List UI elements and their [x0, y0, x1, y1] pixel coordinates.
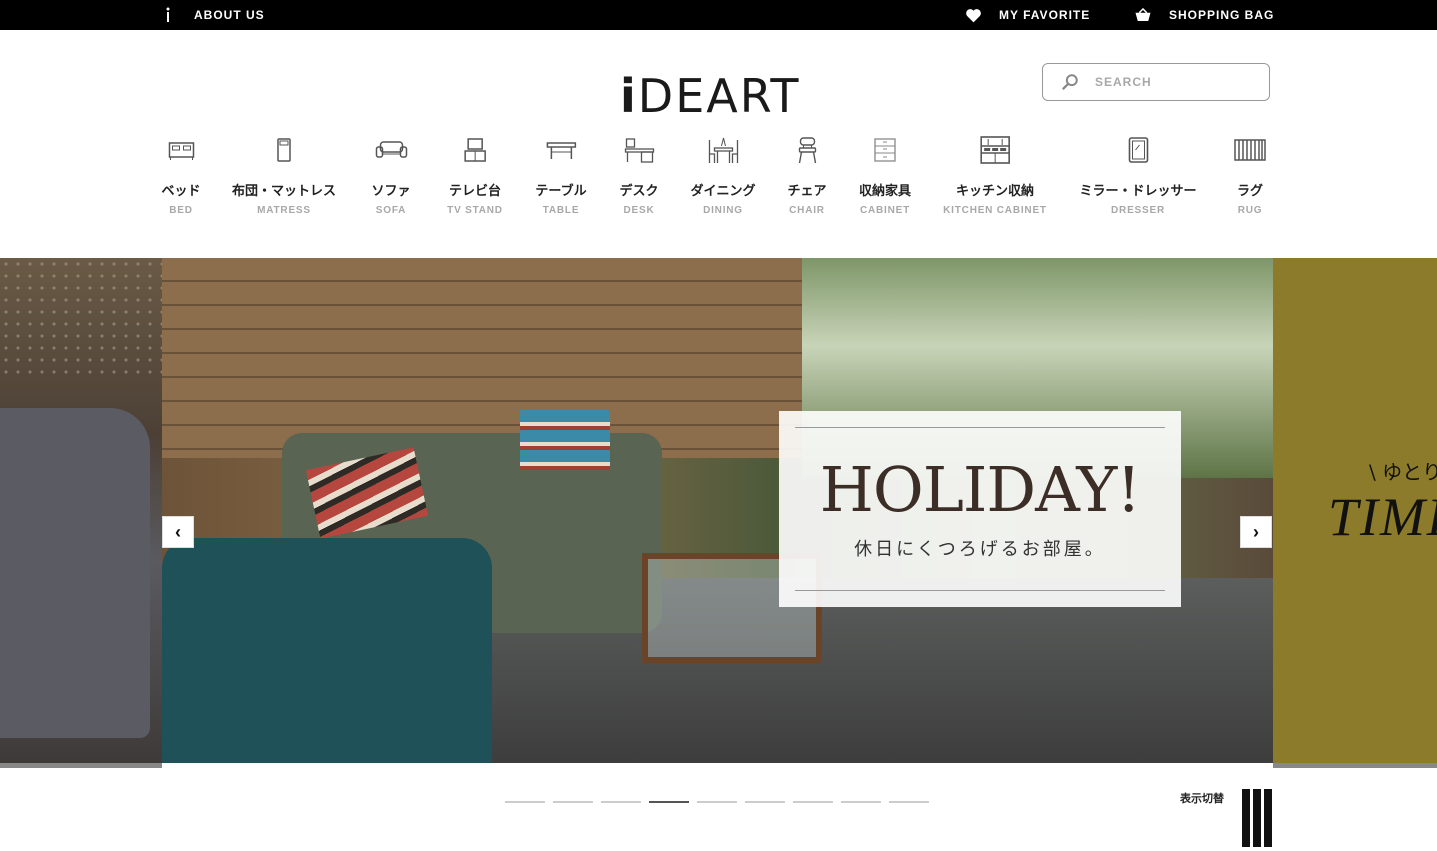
pegboard-pattern [0, 258, 162, 378]
prev-slide-button[interactable]: ‹ [162, 516, 194, 548]
pagination-dot[interactable] [697, 801, 737, 803]
wood-wall [162, 258, 802, 458]
heart-icon [963, 8, 983, 23]
pagination-dot[interactable] [601, 801, 641, 803]
slide-subtitle: 休日にくつろげるお部屋。 [854, 539, 1106, 560]
category-tv-stand[interactable]: テレビ台 TV STAND [447, 135, 503, 216]
next-slide-caption-en: TIME [1328, 487, 1437, 547]
slide-shadow [1273, 763, 1437, 768]
category-label-jp: ソファ [371, 184, 411, 199]
table-icon [535, 135, 586, 165]
logo-text: DEART [637, 69, 801, 123]
view-toggle-label: 表示切替 [1180, 792, 1224, 805]
next-slide-button[interactable]: › [1240, 516, 1272, 548]
hero-slider[interactable]: HOLIDAY! 休日にくつろげるお部屋。 \ ゆとり TIME ‹ › [0, 258, 1437, 768]
slide-caption[interactable]: HOLIDAY! 休日にくつろげるお部屋。 [779, 411, 1181, 607]
slider-pagination [505, 801, 937, 803]
bed-icon [161, 135, 200, 165]
next-slide-caption-jp: \ ゆとり [1369, 460, 1437, 484]
category-table[interactable]: テーブル TABLE [535, 135, 587, 216]
slide-shadow [0, 763, 162, 768]
category-bed[interactable]: ベッド BED [161, 135, 201, 216]
my-favorite-link[interactable]: MY FAVORITE [963, 0, 1090, 30]
chevron-left-icon: ‹ [175, 521, 181, 542]
logo-i: i [620, 69, 638, 123]
about-us-label: ABOUT US [194, 8, 265, 22]
category-label-en: RUG [1237, 205, 1263, 216]
about-us-link[interactable]: ABOUT US [158, 0, 265, 30]
category-label-jp: ダイニング [690, 184, 756, 199]
category-label-en: CABINET [859, 205, 911, 216]
cushion-shape [520, 410, 610, 470]
rug-icon [1234, 135, 1266, 165]
category-label-jp: ラグ [1236, 184, 1263, 199]
category-label-jp: チェア [787, 184, 827, 199]
site-logo[interactable]: iDEART [620, 72, 820, 120]
my-favorite-label: MY FAVORITE [999, 8, 1091, 22]
sofa-icon [371, 135, 410, 165]
sofa-shape [0, 408, 150, 738]
pagination-dot[interactable] [889, 801, 929, 803]
view-toggle-icon[interactable] [1242, 789, 1272, 847]
category-label-en: DESK [623, 205, 655, 216]
pagination-dot[interactable] [553, 801, 593, 803]
previous-slide-image[interactable] [0, 258, 162, 763]
category-label-jp: テレビ台 [448, 184, 502, 199]
category-label-en: CHAIR [789, 205, 825, 216]
category-label-en: BED [169, 205, 193, 216]
category-mattress[interactable]: 布団・マットレス MATRESS [232, 135, 336, 216]
dining-icon [690, 135, 755, 165]
tv-stand-icon [447, 135, 503, 165]
category-label-jp: テーブル [535, 184, 587, 199]
category-label-en: TABLE [542, 205, 580, 216]
chevron-right-icon: › [1253, 521, 1259, 542]
category-label-en: KITCHEN CABINET [943, 205, 1047, 216]
pagination-dot[interactable] [841, 801, 881, 803]
category-label-jp: 収納家具 [858, 184, 912, 199]
armchair-shape [162, 538, 492, 763]
info-icon [158, 7, 178, 23]
category-rug[interactable]: ラグ RUG [1234, 135, 1266, 216]
current-slide-image[interactable]: HOLIDAY! 休日にくつろげるお部屋。 [162, 258, 1273, 763]
category-dresser[interactable]: ミラー・ドレッサー DRESSER [1079, 135, 1197, 216]
category-label-en: SOFA [375, 205, 407, 216]
top-bar: ABOUT US MY FAVORITE SHOPPING BAG [0, 0, 1437, 30]
category-label-en: TV STAND [447, 205, 503, 216]
category-desk[interactable]: デスク DESK [619, 135, 659, 216]
category-cabinet[interactable]: 収納家具 CABINET [859, 135, 911, 216]
pagination-dot[interactable] [793, 801, 833, 803]
search-box[interactable] [1042, 63, 1270, 101]
category-label-jp: デスク [619, 184, 659, 199]
dresser-icon [1079, 135, 1196, 165]
pagination-dot[interactable] [649, 801, 689, 803]
category-label-jp: ベッド [161, 184, 201, 199]
category-dining[interactable]: ダイニング DINING [690, 135, 756, 216]
shopping-bag-label: SHOPPING BAG [1169, 8, 1275, 22]
category-kitchen-cabinet[interactable]: キッチン収納 KITCHEN CABINET [943, 135, 1047, 216]
category-label-jp: ミラー・ドレッサー [1079, 184, 1197, 199]
shopping-bag-link[interactable]: SHOPPING BAG [1133, 0, 1274, 30]
category-label-jp: 布団・マットレス [231, 184, 337, 199]
pagination-dot[interactable] [745, 801, 785, 803]
category-label-en: MATRESS [257, 205, 311, 216]
category-label-en: DRESSER [1111, 205, 1165, 216]
pagination-dot[interactable] [505, 801, 545, 803]
category-label-en: DINING [703, 205, 743, 216]
next-slide-image[interactable]: \ ゆとり TIME [1273, 258, 1437, 763]
category-label-jp: キッチン収納 [955, 184, 1035, 199]
basket-icon [1133, 8, 1153, 22]
category-chair[interactable]: チェア CHAIR [787, 135, 827, 216]
chair-icon [787, 135, 826, 165]
slide-title: HOLIDAY! [819, 453, 1141, 526]
mattress-icon [232, 135, 336, 165]
caption-rule-bottom [795, 590, 1165, 591]
kitchen-cabinet-icon [943, 135, 1047, 165]
cabinet-icon [859, 135, 911, 165]
search-input[interactable] [1093, 74, 1247, 90]
desk-icon [619, 135, 658, 165]
search-icon[interactable] [1061, 72, 1081, 92]
category-sofa[interactable]: ソファ SOFA [371, 135, 411, 216]
caption-rule-top [795, 427, 1165, 428]
